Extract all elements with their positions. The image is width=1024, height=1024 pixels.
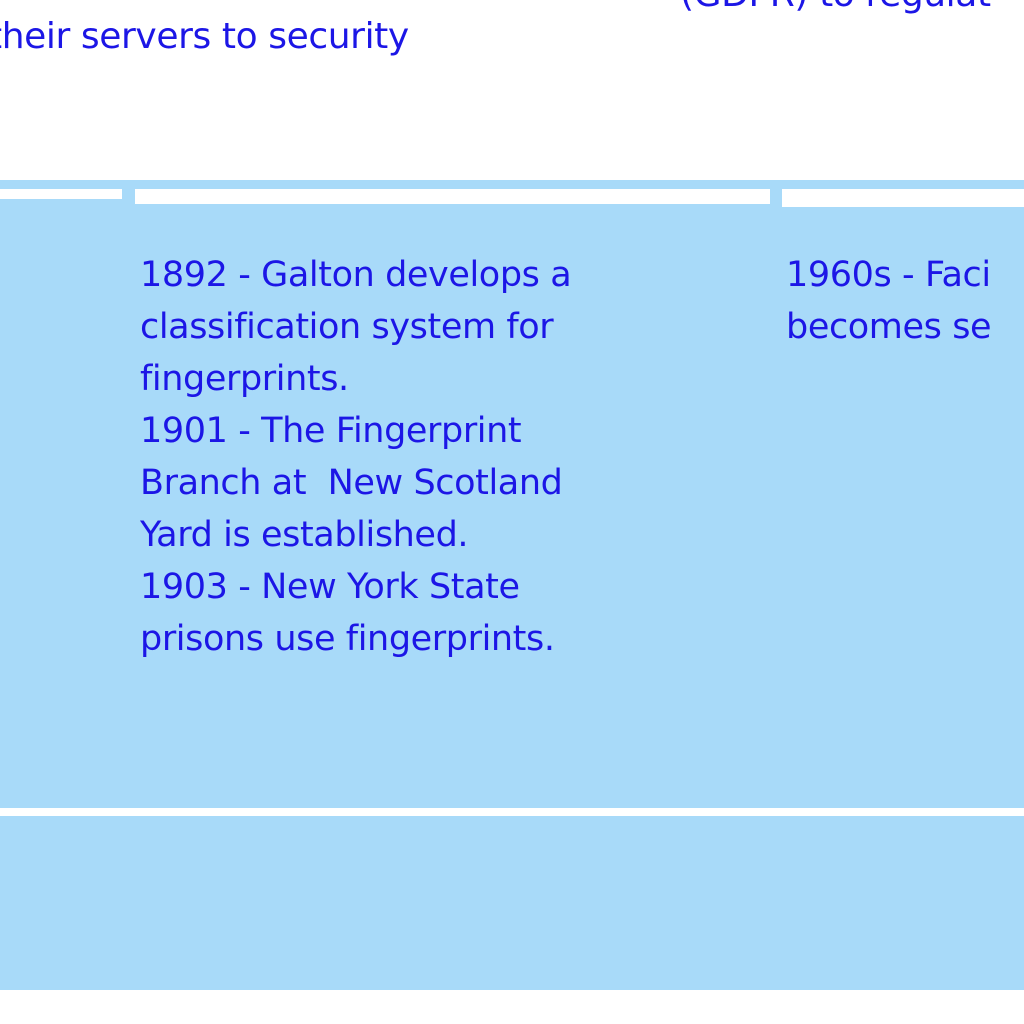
lower-panel (0, 816, 1024, 990)
panel-tab-left (0, 189, 122, 199)
top-left-text-fragment: their servers to security (0, 16, 409, 57)
panel-tab-middle (135, 189, 770, 204)
top-right-text-fragment: (GDPR) to regulat (680, 0, 991, 18)
panel-tab-right (782, 189, 1024, 207)
timeline-column-2: 1960s - Faci becomes se (786, 255, 992, 347)
timeline-column-1: 1892 - Galton develops a classification … (140, 255, 572, 659)
